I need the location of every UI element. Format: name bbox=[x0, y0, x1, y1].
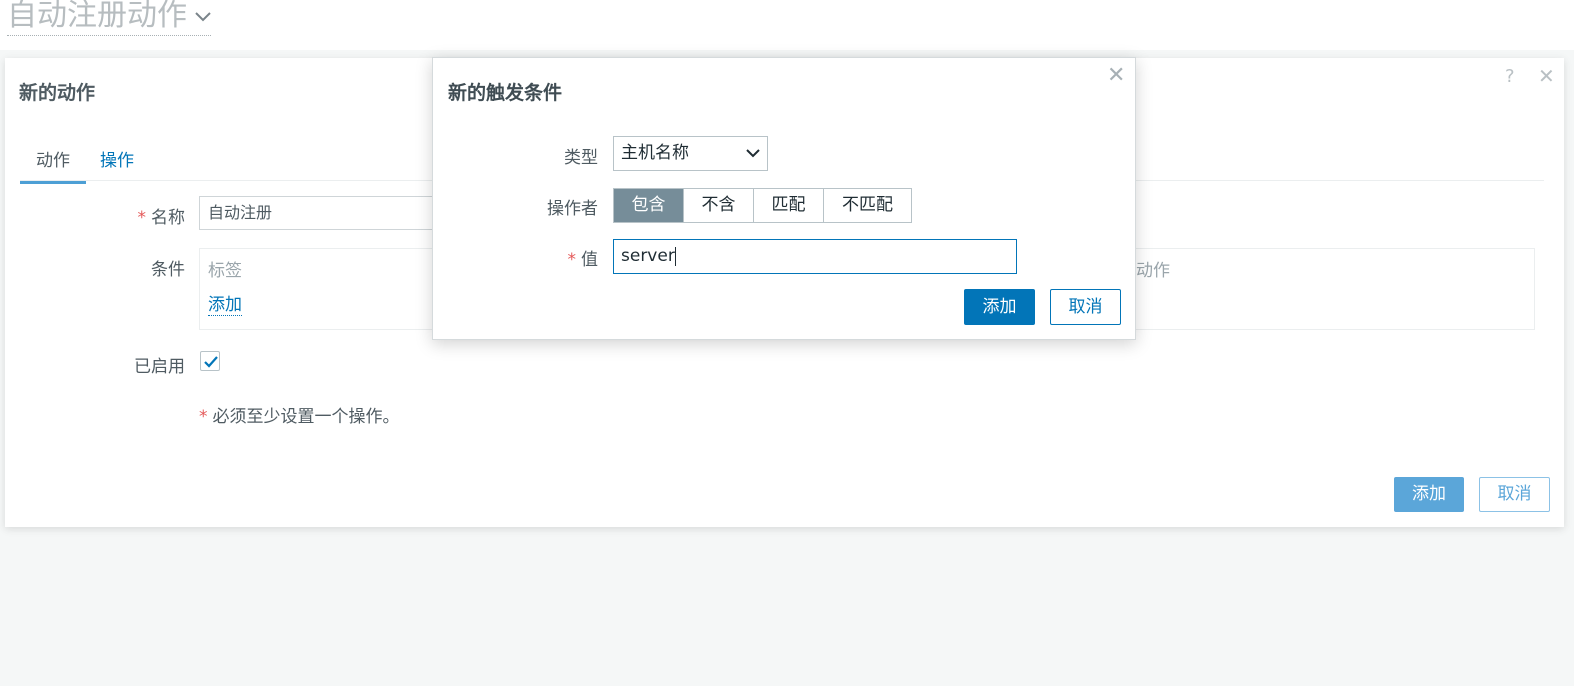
text-cursor bbox=[674, 246, 676, 266]
add-condition-button[interactable]: 添加 bbox=[964, 289, 1035, 325]
operator-not-contains[interactable]: 不含 bbox=[684, 189, 754, 222]
conditions-header-label: 标签 bbox=[208, 261, 242, 281]
value-label: * 值 bbox=[567, 250, 599, 270]
help-icon[interactable]: ? bbox=[1505, 66, 1515, 87]
enabled-label: 已启用 bbox=[134, 357, 185, 377]
page-title: 自动注册动作 bbox=[7, 0, 187, 33]
operator-contains[interactable]: 包含 bbox=[614, 189, 684, 222]
value-input-text: server bbox=[621, 246, 675, 266]
operator-not-matches[interactable]: 不匹配 bbox=[824, 189, 911, 222]
tab-action[interactable]: 动作 bbox=[20, 146, 86, 184]
tab-operations[interactable]: 操作 bbox=[100, 146, 134, 181]
required-note: * 必须至少设置一个操作。 bbox=[199, 407, 400, 427]
cancel-action-button[interactable]: 取消 bbox=[1479, 477, 1550, 512]
required-marker: * bbox=[199, 407, 208, 427]
add-condition-link[interactable]: 添加 bbox=[208, 290, 242, 316]
operator-label: 操作者 bbox=[547, 199, 598, 219]
checkmark-icon bbox=[204, 356, 218, 368]
cancel-condition-button[interactable]: 取消 bbox=[1050, 289, 1121, 325]
close-icon[interactable]: ✕ bbox=[1107, 63, 1125, 88]
top-bar: 自动注册动作 bbox=[0, 0, 1574, 50]
add-action-button[interactable]: 添加 bbox=[1394, 477, 1464, 512]
chevron-down-icon bbox=[195, 7, 211, 26]
type-select[interactable]: 主机名称 bbox=[613, 136, 768, 171]
conditions-header-action: 动作 bbox=[1136, 261, 1170, 281]
required-marker: * bbox=[137, 208, 147, 228]
conditions-label: 条件 bbox=[151, 260, 185, 280]
condition-dialog-title: 新的触发条件 bbox=[448, 82, 563, 104]
type-label: 类型 bbox=[564, 148, 598, 168]
chevron-down-icon bbox=[745, 137, 761, 182]
required-marker: * bbox=[567, 250, 577, 270]
operator-matches[interactable]: 匹配 bbox=[754, 189, 824, 222]
enabled-checkbox[interactable] bbox=[200, 351, 220, 371]
name-label: * 名称 bbox=[137, 208, 186, 228]
type-select-value: 主机名称 bbox=[621, 143, 689, 163]
operator-segmented-control: 包含 不含 匹配 不匹配 bbox=[613, 188, 912, 223]
close-icon[interactable]: ✕ bbox=[1538, 64, 1555, 88]
page-title-dropdown[interactable]: 自动注册动作 bbox=[7, 0, 211, 36]
dialog-title: 新的动作 bbox=[19, 82, 96, 104]
value-input[interactable]: server bbox=[613, 239, 1017, 274]
new-condition-dialog: 新的触发条件 ✕ 类型 主机名称 操作者 包含 不含 匹配 不匹配 * 值 ser… bbox=[432, 57, 1136, 340]
